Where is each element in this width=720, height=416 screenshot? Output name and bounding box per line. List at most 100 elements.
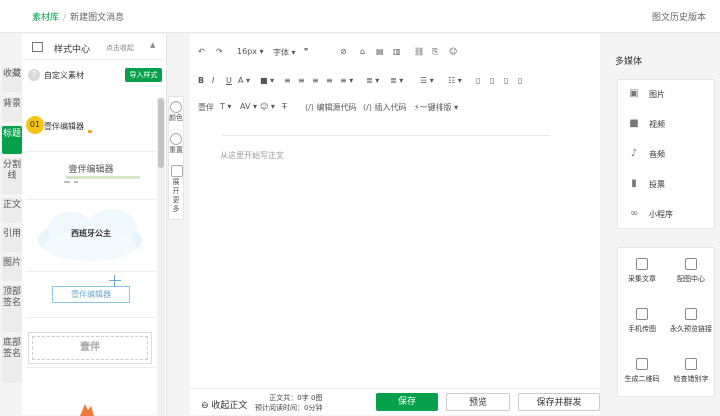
background-color-select[interactable]: ■ ▾ — [260, 76, 274, 85]
reset-tool[interactable]: 重置 — [169, 133, 183, 155]
undo-icon[interactable]: ↶ — [198, 47, 205, 56]
expand-more-label: 展开更多 — [172, 178, 180, 213]
template-title-4[interactable]: 壹伴编辑器 — [26, 272, 156, 318]
vtab-divider[interactable]: 分割线 — [2, 158, 22, 194]
indent-select[interactable]: ≡ ▾ — [340, 76, 353, 85]
letter-spacing-select[interactable]: AV ▾ — [240, 102, 257, 111]
document-icon[interactable]: ▥ — [393, 47, 401, 56]
vtab-title[interactable]: 标题 — [2, 126, 22, 154]
chevron-up-icon[interactable]: ▲ — [150, 41, 155, 49]
permanent-preview-link-tool[interactable]: 永久预览链接 — [667, 300, 715, 344]
video-icon: ■ — [629, 118, 639, 129]
link-icon[interactable]: ⛓ — [414, 47, 424, 56]
line-spacing-select[interactable]: ≣ ▾ — [366, 76, 379, 85]
vtab-body[interactable]: 正文 — [2, 198, 22, 223]
vtab-top-signature[interactable]: 顶部签名 — [2, 285, 22, 332]
text-style-select[interactable]: T ▾ — [220, 102, 231, 111]
collapse-body-button[interactable]: ⊖ 收起正文 — [201, 398, 247, 411]
editor-body-placeholder[interactable]: 从这里开始写正文 — [220, 150, 284, 161]
template-title-1[interactable]: 01 壹伴编辑器 — [26, 104, 156, 152]
save-and-send-button[interactable]: 保存并群发 — [518, 393, 600, 411]
tool-label: 采集文章 — [628, 275, 656, 283]
media-item-video[interactable]: ■ 视频 — [618, 110, 716, 140]
quote-icon[interactable]: ❞ — [304, 47, 308, 56]
collapse-panel-link[interactable]: 点击收起 — [106, 43, 134, 53]
vtab-background[interactable]: 背景 — [2, 97, 22, 122]
media-item-image[interactable]: ▣ 图片 — [618, 80, 716, 110]
copy-icon[interactable]: ⎘ — [432, 47, 438, 57]
history-version-link[interactable]: 图文历史版本 — [652, 10, 706, 23]
box-icon[interactable]: ▯ — [490, 76, 494, 85]
preview-button[interactable]: 预览 — [446, 393, 510, 411]
custom-material-label[interactable]: 自定义素材 — [44, 70, 84, 81]
import-style-button[interactable]: 导入样式 — [125, 68, 162, 82]
media-label: 投票 — [649, 180, 665, 189]
media-item-mini-program[interactable]: ∞ 小程序 — [618, 200, 716, 230]
yiban-label[interactable]: 壹伴 — [198, 102, 214, 113]
align-justify-icon[interactable]: ≡ — [326, 76, 333, 85]
strikethrough-icon[interactable]: T̶ — [282, 102, 287, 111]
media-item-audio[interactable]: ♪ 音频 — [618, 140, 716, 170]
media-list: ▣ 图片 ■ 视频 ♪ 音频 ▮ 投票 ∞ 小程序 — [617, 79, 715, 229]
paragraph-spacing-select[interactable]: ≣ ▾ — [390, 76, 403, 85]
box-icon[interactable]: ▯ — [504, 76, 508, 85]
unordered-list-select[interactable]: ☷ ▾ — [448, 76, 462, 85]
vtab-quote[interactable]: 引用 — [2, 227, 22, 252]
vtab-image[interactable]: 图片 — [2, 256, 22, 281]
emoji-select[interactable]: ☺ ▾ — [260, 102, 275, 111]
tool-label: 手机传图 — [628, 325, 656, 333]
read-time-label: 预计阅读时间： — [255, 404, 304, 412]
template-text: 壹伴 — [32, 336, 148, 360]
redo-icon[interactable]: ↷ — [216, 47, 223, 56]
template-flame-icon — [80, 404, 94, 416]
collect-article-tool[interactable]: 采集文章 — [618, 250, 666, 294]
template-title-3[interactable]: 西班牙公主 — [26, 200, 156, 272]
font-color-select[interactable]: A ▾ — [238, 76, 250, 85]
italic-icon[interactable]: I — [212, 76, 214, 85]
qr-code-icon — [636, 358, 648, 370]
font-family-select[interactable]: 字体 ▾ — [273, 47, 296, 58]
align-left-icon[interactable]: ≡ — [284, 76, 291, 85]
box-icon[interactable]: ▯ — [476, 76, 480, 85]
phone-icon — [636, 308, 648, 320]
editor-area: ↶ ↷ 16px ▾ 字体 ▾ ❞ ⊘ ⌂ ▤ ▥ ⛓ ⎘ ☺ B I U A … — [190, 34, 600, 415]
media-item-vote[interactable]: ▮ 投票 — [618, 170, 716, 200]
qr-code-tool[interactable]: 生成二维码 — [618, 350, 666, 394]
plus-h — [109, 280, 121, 281]
style-center-title: 样式中心 — [54, 45, 91, 55]
save-button[interactable]: 保存 — [376, 393, 438, 411]
ordered-list-select[interactable]: ☰ ▾ — [420, 76, 434, 85]
style-panel-scrollbar[interactable] — [157, 98, 165, 415]
template-title-2[interactable]: 壹伴编辑器 — [26, 152, 156, 200]
clear-format-icon[interactable]: ⊘ — [340, 47, 347, 56]
multimedia-panel: 多媒体 ▣ 图片 ■ 视频 ♪ 音频 ▮ 投票 ∞ 小程序 采集文章 配图中心 手机传图 … — [603, 34, 720, 415]
align-center-icon[interactable]: ≡ — [298, 76, 305, 85]
font-size-select[interactable]: 16px ▾ — [237, 47, 264, 56]
template-title-5[interactable]: 壹伴 — [26, 328, 156, 368]
template-icon[interactable]: ▤ — [376, 47, 384, 56]
tool-label: 生成二维码 — [624, 375, 660, 383]
align-right-icon[interactable]: ≡ — [312, 76, 319, 85]
help-icon[interactable]: ? — [28, 69, 40, 81]
color-tool[interactable]: 颜色 — [169, 101, 183, 123]
phone-upload-tool[interactable]: 手机传图 — [618, 300, 666, 344]
image-center-tool[interactable]: 配图中心 — [667, 250, 715, 294]
typo-check-tool[interactable]: 检查错别字 — [667, 350, 715, 394]
edit-source-code-button[interactable]: ⟨/⟩ 编辑源代码 — [305, 102, 356, 113]
breadcrumb-root-link[interactable]: 素材库 — [32, 13, 59, 23]
bold-icon[interactable]: B — [198, 76, 204, 85]
underline-icon[interactable]: U — [226, 76, 232, 85]
one-click-format-button[interactable]: ⚡一键排版 ▾ — [414, 102, 458, 113]
expand-more-tool[interactable]: 展开更多 — [169, 165, 183, 214]
reset-tool-label: 重置 — [169, 146, 183, 154]
scrollbar-thumb[interactable] — [158, 98, 164, 168]
document-icon — [636, 258, 648, 270]
emoji-icon[interactable]: ☺ — [449, 47, 457, 56]
box-icon[interactable]: ▯ — [518, 76, 522, 85]
insert-code-button[interactable]: ⟨/⟩ 插入代码 — [363, 102, 406, 113]
vtab-bottom-signature[interactable]: 底部签名 — [2, 336, 22, 383]
vtab-favorites[interactable]: 收藏 — [2, 67, 22, 92]
format-brush-icon[interactable]: ⌂ — [360, 47, 365, 56]
palette-icon — [170, 101, 182, 113]
multimedia-title: 多媒体 — [615, 57, 643, 67]
